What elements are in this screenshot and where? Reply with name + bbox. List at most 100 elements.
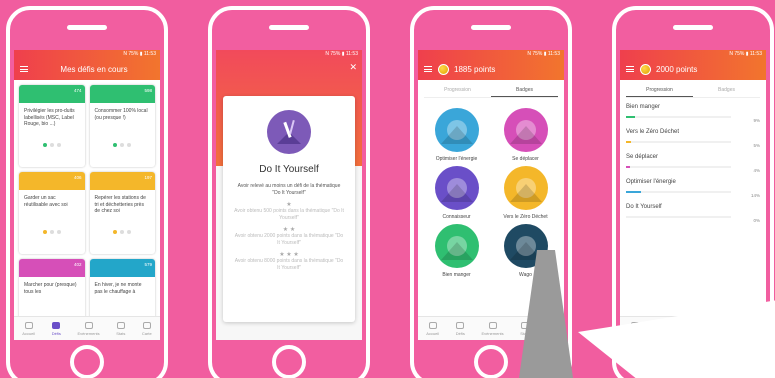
app-bar: N 75% ▮ 11:53 Mes défis en cours [14,50,160,80]
status-bar: N 75% ▮ 11:53 [123,51,156,57]
tab-label: Evènements [481,330,504,336]
badge-item[interactable]: Connaisseur [422,166,491,220]
progress-row[interactable]: Vers le Zéro Déchet 5% [626,129,760,148]
participant-count: 598 [144,88,152,93]
level-requirement: Avoir obtenu 2000 points dans la thémati… [234,233,344,246]
tab-icon [488,321,497,329]
participant-count: 197 [144,175,152,180]
progress-percent: 9% [753,118,760,123]
tab-label: Carte [141,330,152,336]
card-banner: 598 [89,85,155,103]
badge-item[interactable]: Bien manger [422,224,491,278]
progress-bar [626,141,731,143]
progress-percent: 0% [753,218,760,223]
tab-progression[interactable]: Progression [626,84,693,97]
progress-dot [42,143,47,147]
menu-icon[interactable] [20,66,28,72]
close-icon[interactable]: ✕ [349,62,357,73]
tab-0[interactable]: Accueil [426,321,440,336]
home-button[interactable] [474,345,508,378]
badge-label: Optimiser l'énergie [435,156,478,162]
tab-2[interactable]: Evènements [481,321,504,336]
progress-label: Do It Yourself [626,204,662,210]
progress-percent: 5% [753,143,760,148]
phone-2: N 75% ▮ 11:53 ✕ Do It Yourself Avoir rel… [208,6,370,378]
home-button[interactable] [272,345,306,378]
progress-label: Vers le Zéro Déchet [626,129,680,135]
progress-row[interactable]: Do It Yourself 0% [626,204,760,223]
progress-dot [120,143,125,147]
progress-dot [113,143,118,147]
app-bar: N 75% ▮ 11:53 1885 points [418,50,564,80]
tab-2[interactable]: Evènements [77,321,100,336]
progress-fill [626,141,632,143]
tab-4[interactable]: Carte [141,321,152,336]
challenge-card[interactable]: 598 Consommer 100% local (ou presque !) [89,85,156,167]
status-bar: N 75% ▮ 11:53 [729,51,762,57]
card-text: En hiver, je ne monte pas le chauffage à [94,282,142,295]
progress-dot [127,143,132,147]
progress-dot [49,230,54,234]
progress-dot [56,230,61,234]
progress-percent: 14% [750,193,760,198]
app-bar: N 75% ▮ 11:53 2000 points [620,50,766,80]
progress-row[interactable]: Optimiser l'énergie 14% [626,179,760,198]
level-requirement: Avoir obtenu 500 points dans la thématiq… [234,208,344,221]
challenge-card[interactable]: 474 Privilégier les pro-duits labellisés … [19,85,85,167]
progress-dot [49,143,54,147]
screen-badge-detail: N 75% ▮ 11:53 ✕ Do It Yourself Avoir rel… [216,50,362,340]
tab-3[interactable]: Stats [116,321,125,336]
bottom-tab-bar: Accueil Défis Evènements Stats Carte [14,316,160,340]
segmented-control: Progression Badges [626,84,760,98]
tab-icon [116,321,125,329]
progress-label: Optimiser l'énergie [626,179,676,185]
tab-label: Accueil [426,330,440,336]
coin-icon [640,63,651,75]
badge-item[interactable]: Optimiser l'énergie [422,108,491,162]
badge-item[interactable]: Vers le Zéro Déchet [491,166,560,220]
tab-0[interactable]: Accueil [22,321,36,336]
badge-label: Se déplacer [512,156,539,162]
tab-icon [428,321,437,329]
challenge-card[interactable]: 197 Repérer les stations de tri et déchet… [89,172,155,254]
tab-badges[interactable]: Badges [491,84,558,97]
badge-modal: Do It Yourself Avoir relevé au moins un … [223,96,355,322]
card-banner: 197 [89,172,155,190]
progress-dot [56,143,61,147]
tab-icon [52,321,61,329]
card-banner: 474 [19,85,85,103]
card-text: Marcher pour (presque) tous les [24,282,77,295]
tab-progression[interactable]: Progression [424,84,491,97]
star-rating: ★ [286,202,292,208]
badge-item[interactable]: Se déplacer [491,108,560,162]
home-button[interactable] [70,345,104,378]
progress-dots [19,230,85,234]
badge-icon [503,166,548,210]
challenge-card[interactable]: 406 Garder un sac réutilisable avec soi [19,172,85,254]
card-text: Consommer 100% local (ou presque !) [94,108,148,121]
speaker [471,25,511,30]
badge-label: Vers le Zéro Déchet [503,214,548,220]
tab-badges[interactable]: Badges [693,84,760,97]
tab-1[interactable]: Défis [52,321,61,336]
progress-label: Bien manger [626,104,661,110]
tab-icon [84,321,93,329]
badge-requirement: Avoir relevé au moins un défi de la thém… [237,183,341,196]
participant-count: 406 [73,175,82,180]
card-text: Garder un sac réutilisable avec soi [24,195,68,208]
progress-bar [626,191,731,193]
card-banner: 406 [19,172,85,190]
badge-label: Connaisseur [442,214,471,220]
progress-dots [90,143,156,147]
progress-fill [626,166,631,168]
participant-count: 579 [144,262,152,267]
progress-row[interactable]: Bien manger 9% [626,104,760,123]
progress-row[interactable]: Se déplacer 4% [626,154,760,173]
tab-label: Accueil [22,330,36,336]
menu-icon[interactable] [424,66,432,72]
progress-dot [127,230,132,234]
menu-icon[interactable] [626,66,634,72]
badge-icon [434,166,479,210]
progress-dot [113,230,118,234]
tab-1[interactable]: Défis [456,321,465,336]
